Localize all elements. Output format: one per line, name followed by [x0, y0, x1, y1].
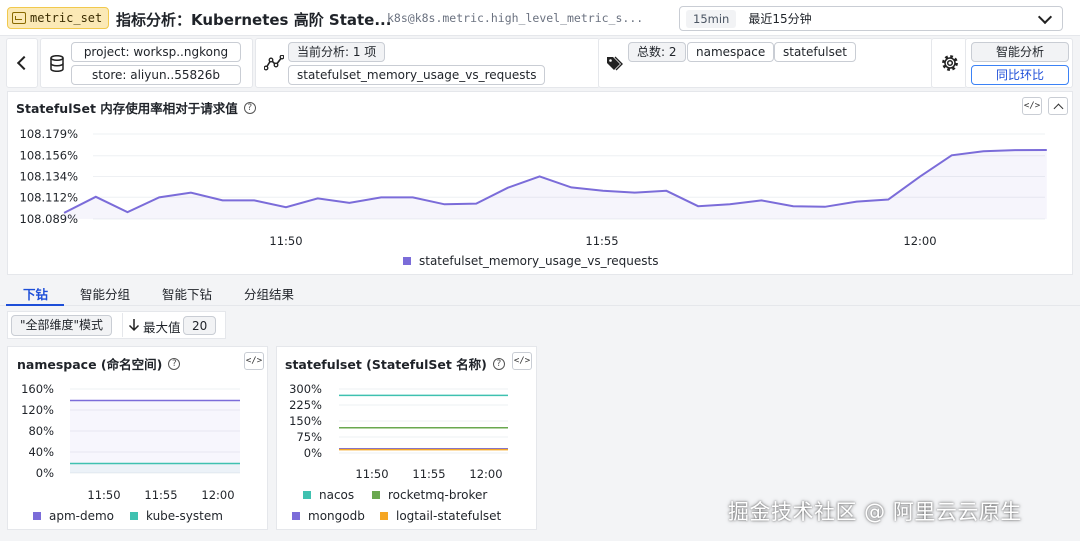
yoy-mom-button[interactable]: 同比环比 [971, 65, 1069, 85]
legend-label: logtail-statefulset [396, 509, 502, 523]
y-tick-label: 108.179% [20, 127, 79, 141]
y-tick-label: 108.112% [20, 190, 79, 204]
y-tick-label: 80% [28, 424, 54, 438]
time-range-label: 最近15分钟 [748, 12, 812, 26]
namespace-chart-svg: 160% 120% 80% 40% 0% 11:50 11:55 12:00 apm-demo k… [21, 382, 240, 523]
tab-group-results[interactable]: 分组结果 [244, 284, 294, 303]
metric-type-label: metric_set [30, 11, 103, 25]
tab-smart-grouping[interactable]: 智能分组 [80, 284, 130, 303]
analysis-mode-box: 智能分析 同比环比 [965, 38, 1073, 88]
smart-analysis-button[interactable]: 智能分析 [971, 42, 1069, 62]
legend-swatch [380, 512, 388, 520]
tab-smart-drilldown[interactable]: 智能下钻 [162, 284, 212, 303]
dimension-pill-statefulset[interactable]: statefulset [774, 42, 856, 62]
drilldown-tabs: 下钻 智能分组 智能下钻 分组结果 [0, 280, 1080, 306]
main-chart-svg: 108.179%108.156%108.134%108.112%108.089%… [20, 127, 1047, 268]
series-area [70, 400, 240, 473]
legend-swatch [130, 512, 138, 520]
x-tick-label: 11:50 [269, 234, 302, 248]
tab-drilldown[interactable]: 下钻 [23, 284, 48, 303]
back-button[interactable] [6, 38, 38, 88]
all-dimensions-mode-button[interactable]: "全部维度"模式 [11, 315, 113, 336]
y-tick-label: 300% [289, 382, 322, 396]
legend-swatch [372, 491, 380, 499]
namespace-card: namespace (命名空间) ? </> 160% 120% 80% 40% 0% 1… [7, 346, 268, 530]
watermark-text: 掘金技术社区 @ 阿里云云原生 [728, 500, 1022, 524]
legend-swatch [403, 257, 411, 265]
series-area [70, 463, 240, 473]
y-tick-label: 108.134% [20, 170, 79, 184]
legend-label: kube-system [146, 509, 223, 523]
tag-icon [607, 56, 623, 71]
main-chart-card: StatefulSet 内存使用率相对于请求值 ? </> 108.179% 10… [7, 91, 1073, 275]
legend-label: rocketmq-broker [388, 488, 487, 502]
time-range-select[interactable]: 15min 最近15分钟 [679, 6, 1063, 31]
trend-line-icon [264, 55, 284, 71]
x-tick-label: 12:00 [903, 234, 936, 248]
settings-button[interactable] [931, 38, 967, 88]
x-tick-label: 11:55 [412, 467, 445, 481]
y-tick-label: 120% [21, 403, 54, 417]
x-tick-label: 11:50 [355, 467, 388, 481]
dimension-pill-namespace[interactable]: namespace [687, 42, 775, 62]
source-box: project: worksp..ngkong store: aliyun..5… [40, 38, 253, 88]
time-range-tag: 15min [686, 9, 737, 28]
active-tab-indicator [6, 304, 64, 306]
database-icon [50, 55, 64, 72]
legend-label: statefulset_memory_usage_vs_requests [419, 254, 658, 268]
total-pill: 总数: 2 [628, 42, 686, 62]
max-value-label: 最大值 [143, 320, 181, 335]
x-tick-label: 11:55 [144, 488, 177, 502]
x-tick-label: 12:00 [201, 488, 234, 502]
legend-swatch [292, 512, 300, 520]
statefulset-chart-svg: 300% 225% 150% 75% 0% 11:50 11:55 12:00 nacos roc… [289, 382, 508, 523]
x-tick-label: 11:55 [585, 234, 618, 248]
current-analysis-pill[interactable]: 当前分析: 1 项 [288, 42, 386, 62]
y-tick-label: 75% [296, 430, 322, 444]
chevron-down-icon [1037, 9, 1053, 25]
series-area [64, 150, 1047, 219]
divider [122, 313, 123, 337]
y-tick-label: 0% [36, 466, 54, 480]
statefulset-card: statefulset (StatefulSet 名称) ? </> 300% 2… [276, 346, 537, 530]
legend-label: nacos [319, 488, 354, 502]
y-tick-label: 40% [28, 445, 54, 459]
header-bar: metric_set 指标分析：Kubernetes 高阶 State... k… [0, 0, 1080, 36]
legend-swatch [33, 512, 41, 520]
gear-icon [942, 55, 958, 71]
legend-swatch [303, 491, 311, 499]
y-tick-label: 225% [289, 398, 322, 412]
query-toolbar: project: worksp..ngkong store: aliyun..5… [6, 38, 1073, 88]
y-tick-label: 108.156% [20, 149, 79, 163]
store-pill[interactable]: store: aliyun..55826b [71, 65, 241, 85]
metric-name-pill[interactable]: statefulset_memory_usage_vs_requests [288, 65, 546, 85]
dimension-box: 总数: 2 namespace statefulset [598, 38, 933, 88]
metric-path: k8s@k8s.metric.high_level_metric_s... [387, 11, 644, 25]
metric-icon [12, 12, 26, 24]
legend-label: apm-demo [49, 509, 114, 523]
page-title: 指标分析：Kubernetes 高阶 State... [116, 11, 392, 29]
y-tick-label: 150% [289, 414, 322, 428]
analysis-box: 当前分析: 1 项 statefulset_memory_usage_vs_re… [255, 38, 600, 88]
sort-descending-icon[interactable] [128, 318, 140, 332]
x-tick-label: 11:50 [87, 488, 120, 502]
project-pill[interactable]: project: worksp..ngkong [71, 42, 241, 62]
metric-type-badge: metric_set [7, 7, 110, 29]
y-tick-label: 160% [21, 382, 54, 396]
x-tick-label: 12:00 [469, 467, 502, 481]
legend-label: mongodb [308, 509, 365, 523]
chevron-left-icon [16, 55, 32, 71]
max-value-input[interactable]: 20 [183, 316, 217, 335]
y-tick-label: 0% [304, 446, 322, 460]
